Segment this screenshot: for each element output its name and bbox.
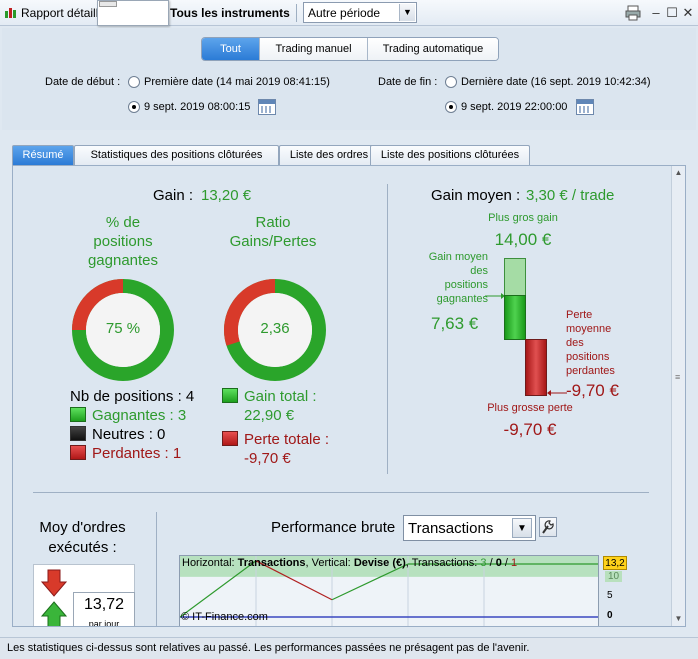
start-date-label: Date de début : <box>45 76 121 88</box>
nb-positions: Nb de positions : 4 <box>70 388 195 405</box>
scroll-up-icon[interactable]: ▲ <box>672 166 685 180</box>
best-gain-value: 14,00 € <box>494 230 552 249</box>
mode-tabs: Tout Trading manuel Trading automatique <box>201 37 499 61</box>
worst-loss-value: -9,70 € <box>503 420 557 439</box>
axis-5-label: 5 <box>607 590 613 601</box>
avg-win-label: Gain moyen des positions gagnantes <box>428 251 488 305</box>
tab-tout[interactable]: Tout <box>202 38 260 60</box>
gain-value: 13,20 € <box>201 187 252 204</box>
period-select-value: Autre période <box>308 6 381 20</box>
chart-caption: Horizontal: Transactions, Vertical: Devi… <box>182 557 518 569</box>
end-option-custom[interactable]: 9 sept. 2019 22:00:00 <box>461 101 567 113</box>
orders-value: 13,72 <box>83 596 125 613</box>
period-select[interactable]: Autre période ▼ <box>303 2 417 23</box>
footer-disclaimer: Les statistiques ci-dessus sont relative… <box>7 642 530 654</box>
gain-total-label: Gain total : <box>244 388 317 405</box>
start-option-custom[interactable]: 9 sept. 2019 08:00:15 <box>144 101 250 113</box>
tab-resume[interactable]: Résumé <box>12 145 74 165</box>
losing-legend-square <box>70 445 86 460</box>
end-option-last[interactable]: Dernière date (16 sept. 2019 10:42:34) <box>461 76 651 88</box>
losing-count: Perdantes : 1 <box>92 445 182 462</box>
close-icon[interactable]: ✕ <box>680 5 696 21</box>
end-date-label: Date de fin : <box>378 76 438 88</box>
avg-loss-label: Perte moyenne des positions perdantes <box>566 309 615 377</box>
scroll-down-icon[interactable]: ▼ <box>672 612 685 626</box>
axis-0-label: 0 <box>607 610 613 621</box>
end-radio-custom[interactable] <box>445 101 457 113</box>
axis-top-label: 13,2 <box>603 556 627 570</box>
vertical-scrollbar[interactable]: ▲ ≡ ▼ <box>671 166 685 626</box>
performance-select[interactable]: Transactions ▼ <box>403 515 536 541</box>
best-gain-label: Plus gros gain <box>488 212 558 224</box>
instrument-popup[interactable] <box>97 0 169 26</box>
arrow-left-icon <box>547 390 567 396</box>
performance-chart: Horizontal: Transactions, Vertical: Devi… <box>179 555 599 626</box>
performance-select-value: Transactions <box>408 520 494 537</box>
calendar-icon[interactable] <box>258 99 276 115</box>
tab-trading-automatique[interactable]: Trading automatique <box>368 38 498 60</box>
maximize-icon[interactable]: ☐ <box>664 5 680 21</box>
title-bar: Rapport détaillé Tous les instruments Au… <box>0 0 698 26</box>
chart-copyright: © IT-Finance.com <box>181 611 268 623</box>
window-title: Rapport détaillé <box>21 6 106 20</box>
axis-10-label: 10 <box>605 571 623 582</box>
best-gain-bar <box>504 258 526 296</box>
pct-winning-title: % de positions gagnantes <box>87 214 159 269</box>
wrench-icon[interactable] <box>539 517 557 537</box>
ratio-value: 2,36 <box>260 320 290 337</box>
calendar-icon[interactable] <box>576 99 594 115</box>
filter-panel: Tout Trading manuel Trading automatique … <box>2 28 696 130</box>
start-radio-first[interactable] <box>128 76 140 88</box>
tab-stats-positions[interactable]: Statistiques des positions clôturées <box>74 145 279 165</box>
avg-win-value: 7,63 € <box>431 314 479 333</box>
worst-loss-label: Plus grosse perte <box>487 402 573 414</box>
performance-title: Performance brute <box>271 519 396 536</box>
avg-loss-value: -9,70 € <box>566 381 619 400</box>
avg-gain-label: Gain moyen : <box>431 187 521 204</box>
neutral-count: Neutres : 0 <box>92 426 166 443</box>
winning-count: Gagnantes : 3 <box>92 407 187 424</box>
start-radio-custom[interactable] <box>128 101 140 113</box>
orders-arrows-icon <box>41 569 67 626</box>
neutral-legend-square <box>70 426 86 441</box>
perte-totale-square <box>222 431 238 446</box>
ratio-title: Ratio Gains/Pertes <box>229 214 317 250</box>
perte-totale-value: -9,70 € <box>244 450 291 467</box>
instruments-label[interactable]: Tous les instruments <box>170 6 290 20</box>
tab-trading-manuel[interactable]: Trading manuel <box>260 38 368 60</box>
avg-loss-bar <box>525 339 547 396</box>
chevron-down-icon[interactable]: ▼ <box>512 518 532 538</box>
avg-win-bar <box>504 295 526 340</box>
perte-totale-label: Perte totale : <box>244 431 330 448</box>
end-radio-last[interactable] <box>445 76 457 88</box>
chevron-down-icon[interactable]: ▼ <box>399 4 415 21</box>
summary-panel: Gain : 13,20 € % de positions gagnantes … <box>12 165 686 627</box>
chart-icon <box>5 8 16 18</box>
minimize-icon[interactable]: – <box>648 5 664 21</box>
arrow-right-icon <box>485 293 505 299</box>
tab-liste-ordres[interactable]: Liste des ordres <box>279 145 379 165</box>
avg-gain-value: 3,30 € / trade <box>526 187 615 204</box>
orders-unit: par jour <box>88 619 120 627</box>
tab-liste-positions[interactable]: Liste des positions clôturées <box>370 145 530 165</box>
orders-title: Moy d'ordres exécutés : <box>39 519 126 556</box>
start-option-first[interactable]: Première date (14 mai 2019 08:41:15) <box>144 76 330 88</box>
pct-winning-value: 75 % <box>105 320 141 337</box>
gain-total-square <box>222 388 238 403</box>
gain-label: Gain : <box>153 187 194 204</box>
gain-total-value: 22,90 € <box>244 407 295 424</box>
print-icon[interactable] <box>625 5 641 21</box>
status-bar: Les statistiques ci-dessus sont relative… <box>0 637 698 659</box>
winning-legend-square <box>70 407 86 422</box>
